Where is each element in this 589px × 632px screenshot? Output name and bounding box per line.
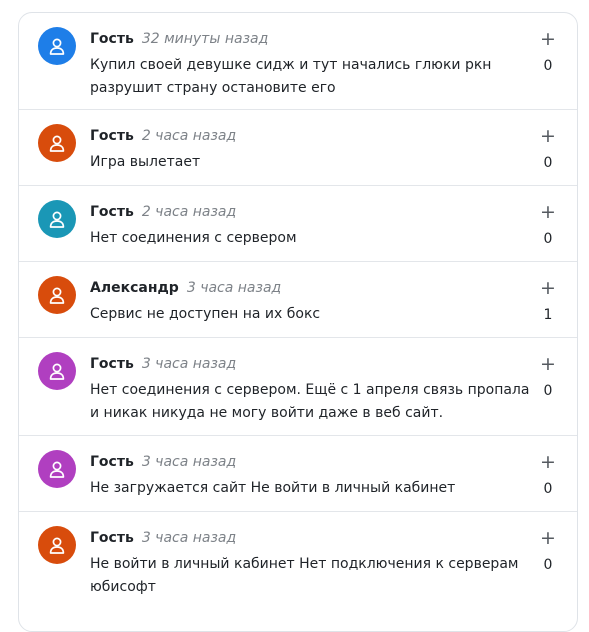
comment-item: Гость 2 часа назад Игра вылетает + 0 <box>19 110 577 186</box>
comment-item: Гость 32 минуты назад Купил своей девушке… <box>19 13 577 110</box>
user-avatar <box>38 200 76 238</box>
upvote-button[interactable]: + <box>537 354 559 374</box>
user-icon <box>49 38 65 55</box>
comment-header: Гость 3 часа назад <box>90 452 236 472</box>
vote-count: 0 <box>543 155 553 171</box>
upvote-button[interactable]: + <box>537 126 559 146</box>
user-icon <box>49 363 65 380</box>
comment-item: Гость 3 часа назад Не загружается сайт Не… <box>19 436 577 512</box>
comment-time: 3 часа назад <box>186 280 282 296</box>
vote-count: 1 <box>543 307 553 323</box>
comment-time: 2 часа назад <box>141 128 237 144</box>
user-avatar <box>38 124 76 162</box>
user-avatar <box>38 450 76 488</box>
user-icon <box>49 211 65 228</box>
comment-time: 32 минуты назад <box>141 31 269 47</box>
author-name: Гость <box>90 204 134 220</box>
upvote-button[interactable]: + <box>537 202 559 222</box>
vote-count: 0 <box>543 383 553 399</box>
comment-text: Купил своей девушке сидж и тут начались … <box>90 57 492 96</box>
comment-header: Александр 3 часа назад <box>90 278 281 298</box>
user-avatar <box>38 276 76 314</box>
author-name: Александр <box>90 280 179 296</box>
user-icon <box>49 537 65 554</box>
user-icon <box>49 461 65 478</box>
user-avatar <box>38 526 76 564</box>
author-name: Гость <box>90 128 134 144</box>
user-avatar <box>38 352 76 390</box>
vote-count: 0 <box>543 231 553 247</box>
comment-text: Нет соединения с сервером <box>90 230 297 246</box>
comment-time: 3 часа назад <box>141 530 237 546</box>
comment-text: Не войти в личный кабинет Нет подключени… <box>90 556 519 595</box>
upvote-button[interactable]: + <box>537 278 559 298</box>
comment-item: Гость 2 часа назад Нет соединения с серве… <box>19 186 577 262</box>
comment-text: Нет соединения с сервером. Ещё с 1 апрел… <box>90 382 530 421</box>
upvote-button[interactable]: + <box>537 29 559 49</box>
comment-time: 3 часа назад <box>141 454 237 470</box>
user-icon <box>49 135 65 152</box>
vote-count: 0 <box>543 557 553 573</box>
comment-header: Гость 2 часа назад <box>90 202 236 222</box>
comment-time: 2 часа назад <box>141 204 237 220</box>
author-name: Гость <box>90 454 134 470</box>
comments-panel: Гость 32 минуты назад Купил своей девушке… <box>18 12 578 632</box>
comment-item: Александр 3 часа назад Сервис не доступен… <box>19 262 577 338</box>
vote-count: 0 <box>543 58 553 74</box>
comment-header: Гость 3 часа назад <box>90 528 236 548</box>
author-name: Гость <box>90 356 134 372</box>
author-name: Гость <box>90 31 134 47</box>
comment-text: Игра вылетает <box>90 154 201 170</box>
comment-text: Сервис не доступен на их бокс <box>90 306 321 322</box>
comment-header: Гость 2 часа назад <box>90 126 236 146</box>
author-name: Гость <box>90 530 134 546</box>
comment-time: 3 часа назад <box>141 356 237 372</box>
upvote-button[interactable]: + <box>537 528 559 548</box>
upvote-button[interactable]: + <box>537 452 559 472</box>
user-icon <box>49 287 65 304</box>
vote-count: 0 <box>543 481 553 497</box>
comment-text: Не загружается сайт Не войти в личный ка… <box>90 480 456 496</box>
comment-header: Гость 3 часа назад <box>90 354 236 374</box>
user-avatar <box>38 27 76 65</box>
comment-header: Гость 32 минуты назад <box>90 29 268 49</box>
comment-item: Гость 3 часа назад Нет соединения с серве… <box>19 338 577 436</box>
